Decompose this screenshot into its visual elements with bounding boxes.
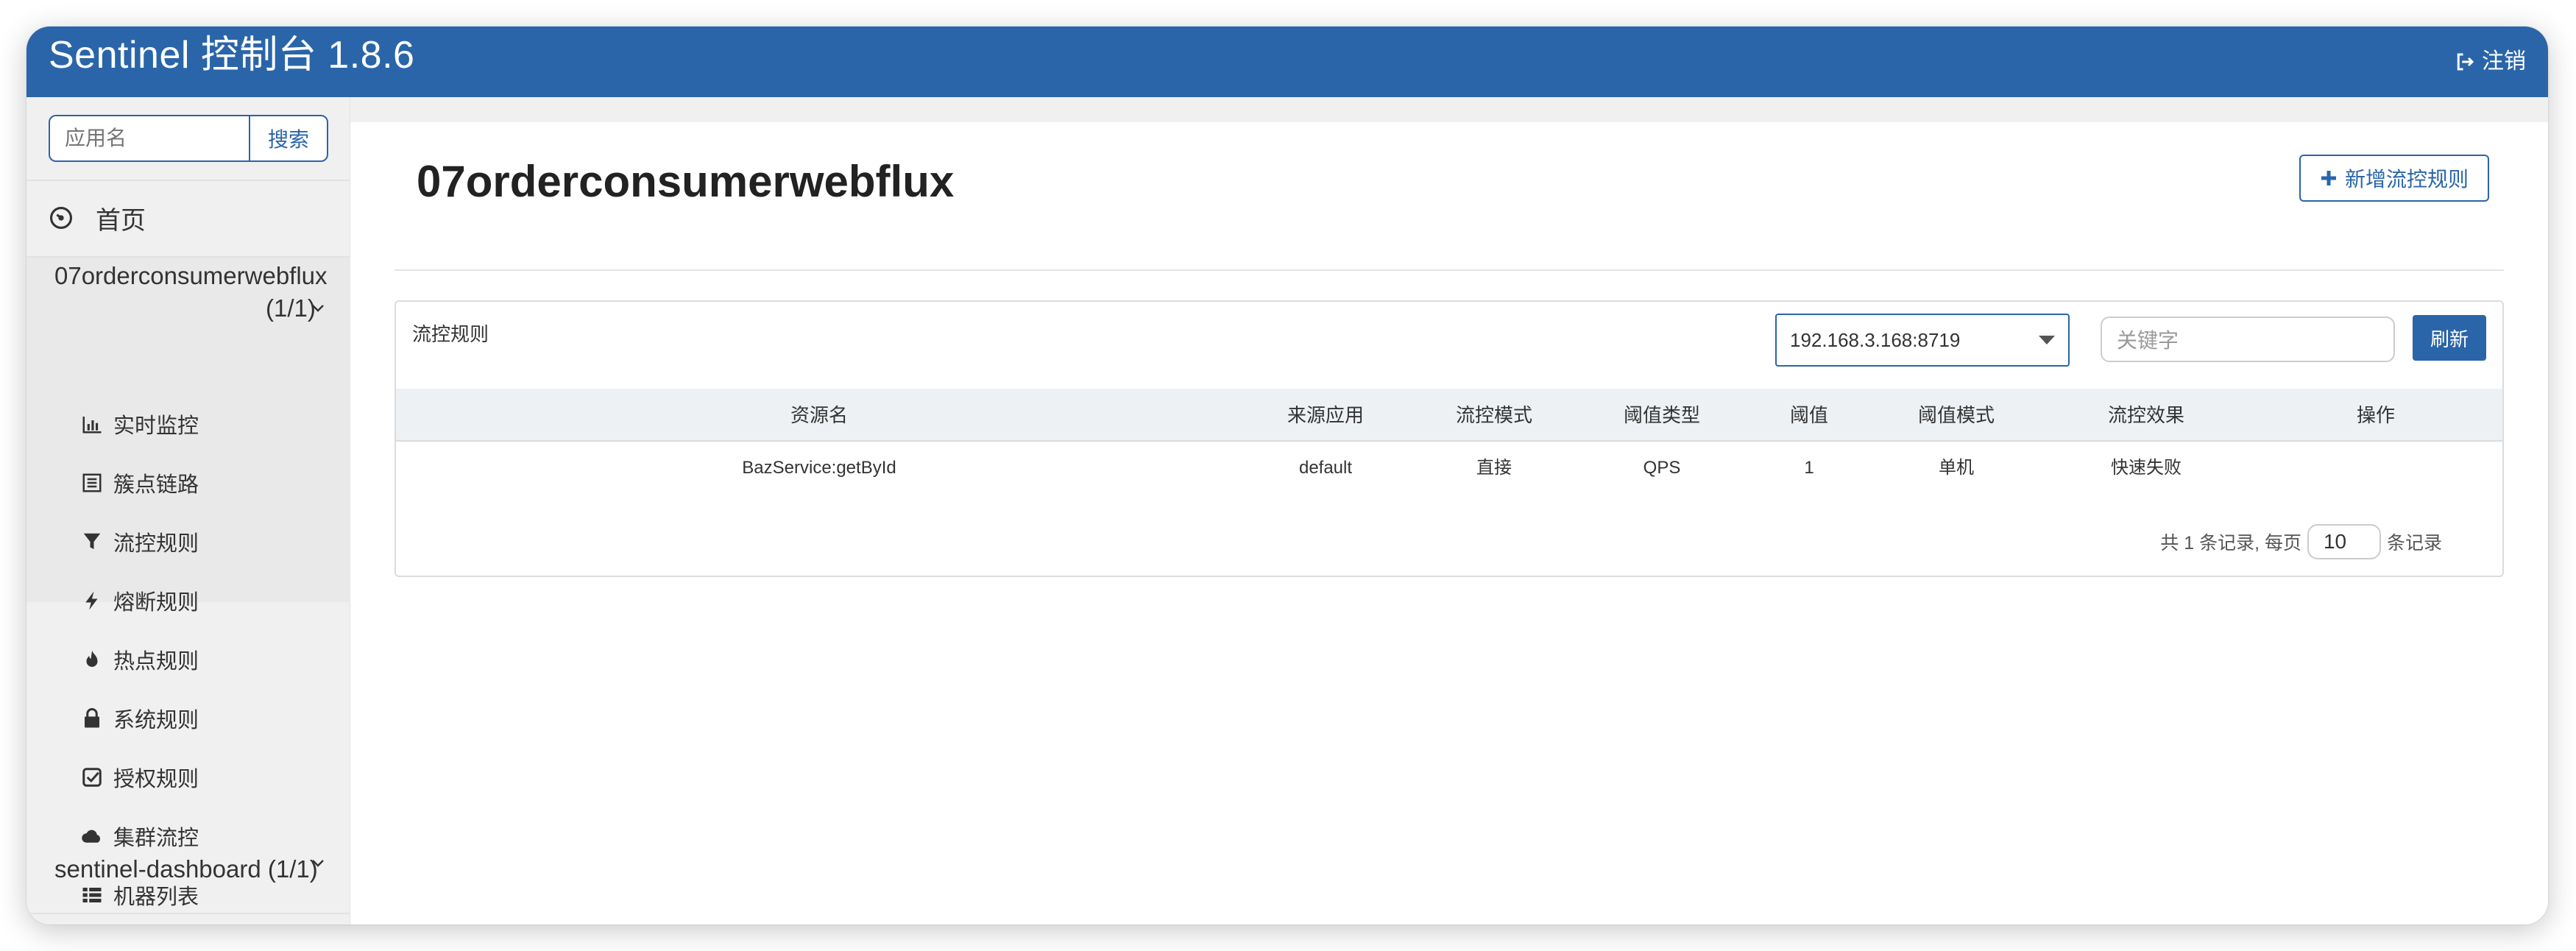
panel-title: 流控规则 xyxy=(412,323,489,345)
fire-icon xyxy=(86,650,98,667)
bar-chart-icon xyxy=(82,417,102,434)
cell-cluster-mode: 单机 xyxy=(1939,458,1974,478)
column-header: 流控效果 xyxy=(2107,404,2185,426)
cell-mode: 直接 xyxy=(1476,458,1512,478)
column-header: 阈值模式 xyxy=(1917,404,1995,426)
cell-grade: QPS xyxy=(1643,458,1681,478)
sidebar-item-label: 流控规则 xyxy=(113,532,199,556)
sidebar-item-label: 簇点链路 xyxy=(113,473,199,497)
check-icon xyxy=(82,768,102,787)
page-size-value: 10 xyxy=(2323,530,2347,553)
add-flow-rule-label: 新增流控规则 xyxy=(2344,168,2469,191)
sidebar-app-name[interactable]: 07orderconsumerwebflux xyxy=(54,262,349,290)
cloud-icon xyxy=(82,830,100,843)
pager-suffix: 条记录 xyxy=(2386,533,2442,554)
cell-effect: 快速失败 xyxy=(2111,458,2182,478)
cell-origin: default xyxy=(1298,458,1353,478)
pager-prefix: 共 1 条记录, 每页 xyxy=(2160,533,2301,554)
sidebar: 搜索 首页 07orderconsumerwebflux (1/1) 实时监控 xyxy=(26,97,350,925)
plus-icon xyxy=(2321,171,2336,185)
cell-resource: BazService:getById xyxy=(742,458,896,478)
sidebar-item-label: 首页 xyxy=(96,206,146,235)
add-flow-rule-button[interactable]: 新增流控规则 xyxy=(2299,155,2489,202)
sign-out-icon xyxy=(2457,53,2474,71)
keyword-search-input[interactable]: 关键字 xyxy=(2101,317,2395,362)
app-search-button[interactable]: 搜索 xyxy=(249,115,328,162)
sidebar-item-label: 实时监控 xyxy=(113,414,199,438)
sidebar-divider xyxy=(26,180,350,181)
chevron-down-icon[interactable] xyxy=(311,303,325,314)
list-alt-icon xyxy=(82,473,102,492)
caret-down-icon xyxy=(2039,336,2055,344)
column-header: 操作 xyxy=(2356,404,2396,426)
content-top-strip xyxy=(350,97,2548,122)
cell-count: 1 xyxy=(1804,458,1814,478)
sidebar-item-machine-list[interactable]: 机器列表 xyxy=(81,879,199,911)
machine-select-value: 192.168.3.168:8719 xyxy=(1790,328,1961,351)
brand-title[interactable]: Sentinel 控制台 1.8.6 xyxy=(49,26,414,97)
flash-icon xyxy=(85,591,98,610)
sidebar-item-authority-rules[interactable]: 授权规则 xyxy=(81,761,199,793)
sidebar-item-cluster-chain[interactable]: 簇点链路 xyxy=(81,467,199,499)
sidebar-item-label: 热点规则 xyxy=(113,650,199,674)
sidebar-item-home[interactable]: 首页 xyxy=(49,196,146,240)
app-window: Sentinel 控制台 1.8.6 注销 搜索 首页 07orderconsu… xyxy=(26,26,2548,925)
app-search: 搜索 xyxy=(49,115,328,162)
column-header: 阈值 xyxy=(1789,404,1829,426)
refresh-button[interactable]: 刷新 xyxy=(2413,315,2486,361)
sidebar-item-label: 系统规则 xyxy=(113,709,199,732)
machine-select[interactable]: 192.168.3.168:8719 xyxy=(1775,314,2070,367)
title-divider xyxy=(394,269,2504,271)
sidebar-item-realtime-monitor[interactable]: 实时监控 xyxy=(81,408,199,440)
app-search-input[interactable] xyxy=(49,115,249,162)
sidebar-app-count: (1/1) xyxy=(266,294,316,322)
filter-icon xyxy=(83,533,101,549)
flow-rules-panel: 流控规则 192.168.3.168:8719 关键字 刷新 资源名 来源应用 … xyxy=(394,300,2504,577)
sidebar-item-label: 集群流控 xyxy=(113,827,199,850)
pagination: 共 1 条记录, 每页 10 条记录 xyxy=(2160,524,2442,559)
column-header: 流控模式 xyxy=(1455,404,1533,426)
top-navbar: Sentinel 控制台 1.8.6 注销 xyxy=(26,26,2548,97)
th-list-icon xyxy=(82,888,102,902)
sidebar-divider xyxy=(26,913,350,914)
table-header: 资源名 来源应用 流控模式 阈值类型 阈值 阈值模式 流控效果 操作 xyxy=(396,389,2502,442)
sidebar-app-sentinel-dashboard[interactable]: sentinel-dashboard (1/1) xyxy=(54,855,318,883)
lock-icon xyxy=(85,708,99,728)
page-size-input[interactable]: 10 xyxy=(2307,524,2381,559)
dashboard-icon xyxy=(49,206,73,230)
keyword-placeholder: 关键字 xyxy=(2117,329,2179,352)
logout-label: 注销 xyxy=(2482,49,2526,74)
page-title: 07orderconsumerwebflux xyxy=(417,157,955,206)
column-header: 阈值类型 xyxy=(1623,404,1701,426)
table-row: BazService:getById default 直接 QPS 1 单机 快… xyxy=(396,442,2502,501)
main-content: 07orderconsumerwebflux 新增流控规则 流控规则 192.1… xyxy=(350,97,2548,925)
sidebar-item-system-rules[interactable]: 系统规则 xyxy=(81,702,199,735)
sidebar-item-flow-rules[interactable]: 流控规则 xyxy=(81,526,199,558)
sidebar-item-label: 熔断规则 xyxy=(113,591,199,615)
sidebar-item-label: 授权规则 xyxy=(113,768,199,791)
sidebar-item-cluster-flow[interactable]: 集群流控 xyxy=(81,820,199,852)
sidebar-item-hot-param-rules[interactable]: 热点规则 xyxy=(81,643,199,676)
chevron-down-icon[interactable] xyxy=(311,858,325,869)
sidebar-item-degrade-rules[interactable]: 熔断规则 xyxy=(81,584,199,617)
logout-link[interactable]: 注销 xyxy=(2454,26,2526,97)
column-header: 资源名 xyxy=(790,404,849,426)
sidebar-item-label: 机器列表 xyxy=(113,885,199,909)
column-header: 来源应用 xyxy=(1287,404,1365,426)
